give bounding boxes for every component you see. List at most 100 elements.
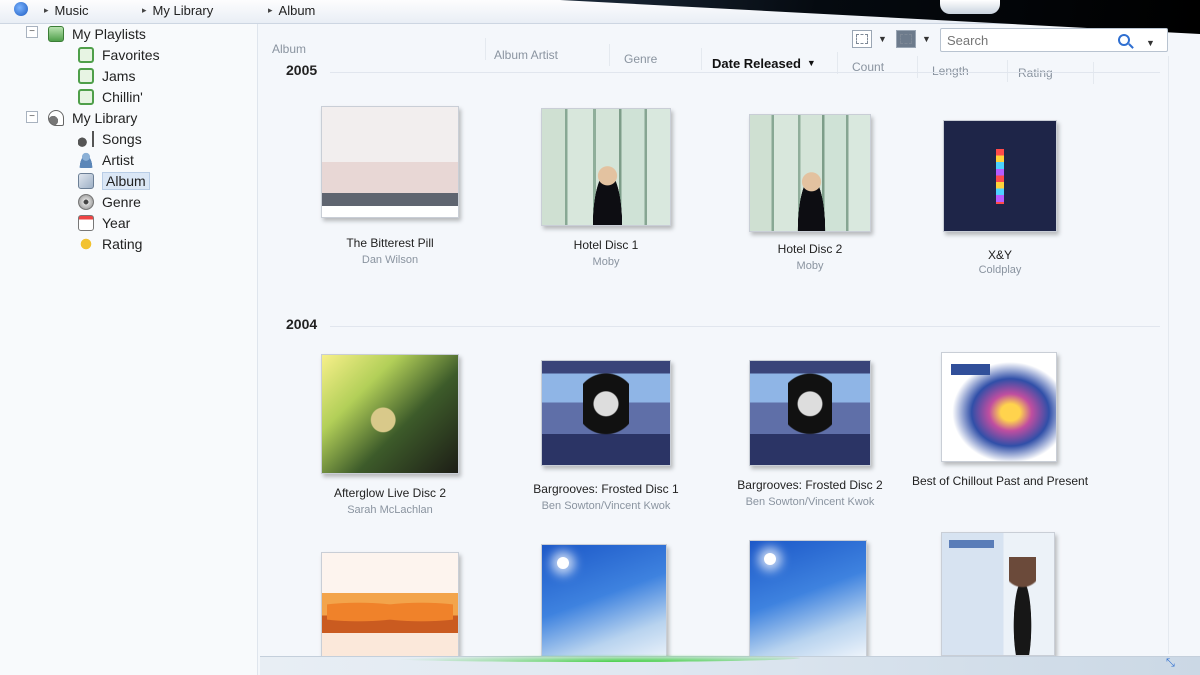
column-label: Album [272, 42, 307, 56]
breadcrumb-item-music[interactable]: ▸ Music [44, 0, 88, 20]
album-tile[interactable]: X&Y Coldplay [895, 112, 1105, 282]
nav-label: Genre [102, 194, 141, 210]
nav-library-year[interactable]: Year [78, 213, 130, 233]
seek-glow [380, 654, 800, 662]
collapse-playlists-icon[interactable]: − [26, 26, 38, 38]
album-cover[interactable] [749, 540, 867, 658]
album-title[interactable]: X&Y [895, 248, 1105, 262]
brand-logo [940, 0, 1000, 14]
column-header-date-released[interactable]: Date Released ▼ [712, 52, 838, 74]
breadcrumb-arrow-icon: ▸ [44, 4, 49, 15]
album-cover[interactable] [943, 120, 1057, 232]
calendar-icon [78, 215, 94, 231]
album-cover[interactable] [321, 552, 459, 668]
playlist-icon [78, 68, 94, 84]
breadcrumb-item-album[interactable]: ▸ Album [268, 0, 315, 20]
media-player-icon[interactable] [14, 2, 28, 16]
album-tile[interactable] [705, 532, 915, 658]
column-label: Genre [624, 52, 658, 66]
resize-grip-icon[interactable]: ⤡ [1166, 657, 1175, 670]
album-tile[interactable]: Afterglow Live Disc 2 Sarah McLachlan [285, 344, 495, 524]
nav-label: Rating [102, 236, 143, 252]
group-header-2004[interactable]: 2004 [286, 316, 317, 332]
nav-label: Jams [102, 68, 136, 84]
nav-library-songs[interactable]: Songs [78, 129, 142, 149]
album-artist[interactable]: Ben Sowton/Vincent Kwok [501, 500, 711, 512]
album-title[interactable]: Hotel Disc 2 [705, 242, 915, 256]
album-tile[interactable]: Best of Chillout Past and Present [895, 346, 1105, 516]
nav-my-playlists[interactable]: My Playlists [48, 24, 146, 44]
column-header-rating[interactable]: Rating [1018, 62, 1094, 84]
album-title[interactable]: Afterglow Live Disc 2 [285, 486, 495, 500]
nav-label: Songs [102, 131, 142, 147]
breadcrumb-item-my-library[interactable]: ▸ My Library [142, 0, 213, 20]
nav-library-album[interactable]: Album [78, 171, 150, 191]
album-tile[interactable]: Hotel Disc 2 Moby [705, 104, 915, 274]
column-header-album[interactable]: Album [272, 38, 486, 60]
view-options-icon[interactable] [852, 30, 872, 48]
breadcrumb-arrow-icon: ▸ [268, 4, 273, 15]
nav-library-rating[interactable]: Rating [78, 234, 142, 254]
album-tile[interactable]: The Bitterest Pill Dan Wilson [285, 100, 495, 270]
group-header-2005[interactable]: 2005 [286, 62, 317, 78]
album-tile[interactable]: Hotel Disc 1 Moby [501, 100, 711, 270]
layout-icon[interactable] [896, 30, 916, 48]
group-divider [330, 72, 1160, 73]
album-cover[interactable] [541, 544, 667, 662]
album-cover[interactable] [541, 360, 671, 466]
album-artist[interactable]: Moby [705, 260, 915, 272]
column-header-album-artist[interactable]: Album Artist [494, 44, 610, 66]
album-title[interactable]: Bargrooves: Frosted Disc 1 [501, 482, 711, 496]
album-cover[interactable] [541, 108, 671, 226]
collapse-library-icon[interactable]: − [26, 111, 38, 123]
album-artist[interactable]: Coldplay [895, 264, 1105, 276]
search-dropdown-icon[interactable]: ▼ [1146, 38, 1155, 48]
album-title[interactable]: Best of Chillout Past and Present [895, 474, 1105, 488]
column-label: Date Released [712, 55, 801, 71]
album-title[interactable]: Hotel Disc 1 [501, 238, 711, 252]
album-cover[interactable] [749, 360, 871, 466]
search-input[interactable] [940, 28, 1168, 52]
nav-my-library[interactable]: My Library [48, 108, 137, 128]
column-header-length[interactable]: Length [932, 60, 1008, 82]
album-tile[interactable] [895, 526, 1105, 656]
column-label: Album Artist [494, 48, 559, 62]
nav-library-genre[interactable]: Genre [78, 192, 141, 212]
group-divider [330, 326, 1160, 327]
album-tile[interactable] [285, 540, 495, 668]
album-cover[interactable] [941, 352, 1057, 462]
layout-dropdown-icon[interactable]: ▼ [922, 34, 931, 44]
nav-label: My Playlists [72, 26, 146, 42]
album-artist[interactable]: Ben Sowton/Vincent Kwok [705, 496, 915, 508]
column-header-genre[interactable]: Genre [624, 48, 702, 70]
breadcrumb-arrow-icon: ▸ [142, 4, 147, 15]
search-icon[interactable] [1118, 34, 1130, 46]
view-options-dropdown-icon[interactable]: ▼ [878, 34, 887, 44]
navigation-pane: − My Playlists Favorites Jams Chillin' −… [0, 24, 258, 675]
nav-library-artist[interactable]: Artist [78, 150, 134, 170]
album-tile[interactable]: Bargrooves: Frosted Disc 2 Ben Sowton/Vi… [705, 350, 915, 520]
album-cover[interactable] [321, 354, 459, 474]
vertical-scrollbar[interactable] [1168, 56, 1178, 654]
album-artist[interactable]: Sarah McLachlan [285, 504, 495, 516]
album-cover[interactable] [941, 532, 1055, 656]
album-artist[interactable]: Dan Wilson [285, 254, 495, 266]
library-icon [48, 110, 64, 126]
album-artist[interactable]: Moby [501, 256, 711, 268]
genre-icon [78, 194, 94, 210]
column-header-count[interactable]: Count [852, 56, 918, 78]
album-title[interactable]: The Bitterest Pill [285, 236, 495, 250]
album-tile[interactable] [501, 536, 711, 662]
album-cover[interactable] [321, 106, 459, 218]
nav-playlist-jams[interactable]: Jams [78, 66, 135, 86]
nav-playlist-favorites[interactable]: Favorites [78, 45, 160, 65]
breadcrumb-label: Album [278, 2, 316, 18]
nav-label: Artist [102, 152, 134, 168]
nav-label: Chillin' [102, 89, 143, 105]
nav-label: Year [102, 215, 131, 231]
album-cover[interactable] [749, 114, 871, 232]
playlist-icon [48, 26, 64, 42]
nav-playlist-chillin[interactable]: Chillin' [78, 87, 143, 107]
album-tile[interactable]: Bargrooves: Frosted Disc 1 Ben Sowton/Vi… [501, 350, 711, 520]
album-title[interactable]: Bargrooves: Frosted Disc 2 [705, 478, 915, 492]
